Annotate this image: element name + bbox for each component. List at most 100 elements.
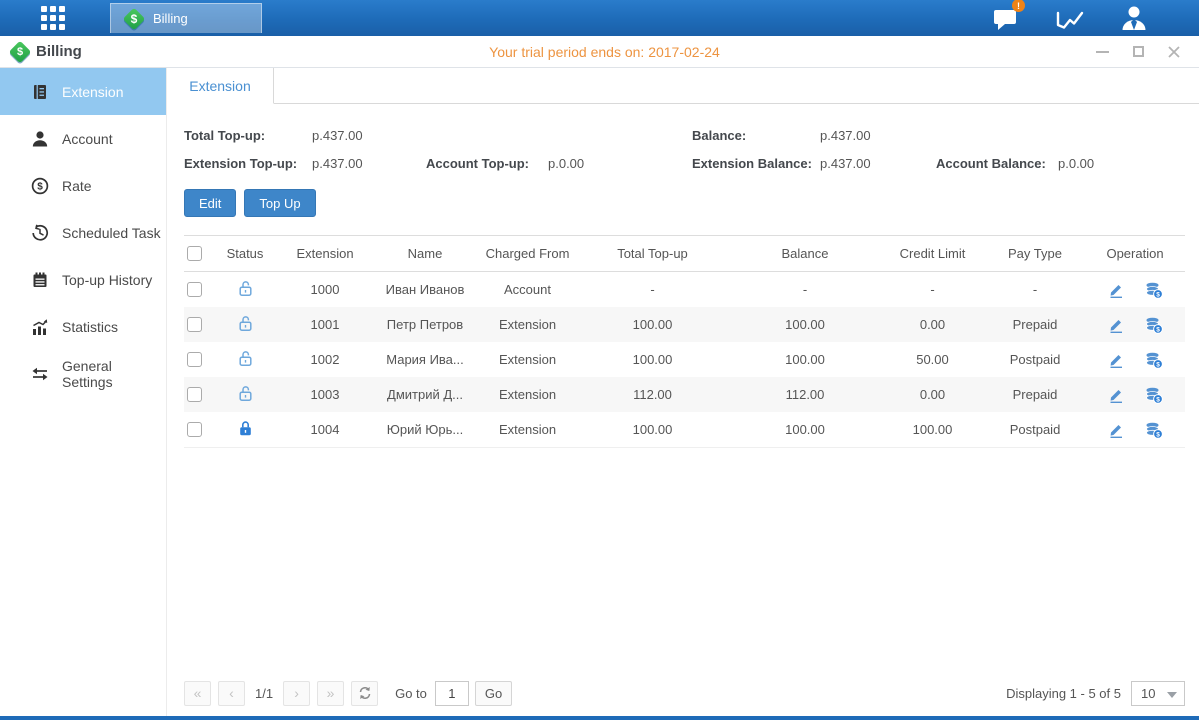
next-page-button[interactable]: › (283, 681, 310, 706)
user-account-button[interactable] (1117, 3, 1151, 33)
go-button[interactable]: Go (475, 681, 512, 706)
sidebar-item-label: General Settings (62, 358, 166, 390)
balance-cell: 100.00 (730, 422, 880, 437)
table-row: 1003 Дмитрий Д... Extension 112.00 112.0… (184, 377, 1185, 412)
pay-type-cell: Prepaid (985, 317, 1085, 332)
close-button[interactable] (1167, 45, 1181, 59)
taskbar-tab-billing[interactable]: $ Billing (110, 3, 262, 33)
displaying-text: Displaying 1 - 5 of 5 (1006, 686, 1121, 701)
sidebar-item-statistics[interactable]: Statistics (0, 303, 166, 350)
balance-cell: - (730, 282, 880, 297)
locked-icon (237, 420, 254, 437)
tab-extension[interactable]: Extension (167, 68, 274, 104)
credit-limit-cell: 50.00 (880, 352, 985, 367)
sidebar-item-label: Top-up History (62, 272, 152, 288)
sidebar-item-label: Rate (62, 178, 92, 194)
charged-from-cell: Extension (480, 317, 575, 332)
goto-page-input[interactable] (435, 681, 469, 706)
sidebar-item-general-settings[interactable]: General Settings (0, 350, 166, 397)
notification-badge: ! (1012, 0, 1025, 12)
status-cell (210, 420, 280, 440)
select-all-checkbox[interactable] (187, 246, 202, 261)
status-cell (210, 280, 280, 300)
top-up-row-icon[interactable]: $ (1145, 351, 1163, 369)
tab-bar: Extension (167, 68, 1199, 104)
sidebar: Extension Account $ Rate (0, 68, 167, 716)
pay-type-cell: Postpaid (985, 422, 1085, 437)
top-up-button[interactable]: Top Up (244, 189, 315, 217)
statistics-icon (30, 317, 49, 336)
edit-button[interactable]: Edit (184, 189, 236, 217)
scheduled-task-icon (30, 223, 49, 242)
svg-text:$: $ (37, 181, 43, 192)
table-row: 1000 Иван Иванов Account - - - - (184, 272, 1185, 307)
app-grid-button[interactable] (34, 0, 72, 36)
table-row: 1004 Юрий Юрь... Extension 100.00 100.00… (184, 412, 1185, 447)
refresh-button[interactable] (351, 681, 378, 706)
taskbar-tab-label: Billing (153, 11, 188, 26)
column-header-extension: Extension (280, 246, 370, 261)
tab-label: Extension (189, 78, 250, 94)
top-up-row-icon[interactable]: $ (1145, 421, 1163, 439)
first-page-button[interactable]: « (184, 681, 211, 706)
top-up-row-icon[interactable]: $ (1145, 316, 1163, 334)
edit-row-icon[interactable] (1107, 316, 1125, 334)
row-checkbox[interactable] (187, 422, 202, 437)
maximize-button[interactable] (1131, 45, 1145, 59)
extensions-table: Status Extension Name Charged From Total… (184, 235, 1185, 448)
name-cell: Иван Иванов (370, 282, 480, 297)
sidebar-item-topup-history[interactable]: Top-up History (0, 256, 166, 303)
last-page-button[interactable]: » (317, 681, 344, 706)
total-topup-cell: 112.00 (575, 387, 730, 402)
desktop-bottom-strip (0, 716, 1199, 720)
balance-cell: 100.00 (730, 352, 880, 367)
name-cell: Мария Ива... (370, 352, 480, 367)
unlocked-icon (237, 315, 254, 332)
top-up-row-icon[interactable]: $ (1145, 386, 1163, 404)
total-topup-cell: 100.00 (575, 317, 730, 332)
status-cell (210, 385, 280, 405)
unlocked-icon (237, 385, 254, 402)
credit-limit-cell: 100.00 (880, 422, 985, 437)
chevron-down-icon (1167, 692, 1177, 698)
sidebar-item-rate[interactable]: $ Rate (0, 162, 166, 209)
sidebar-item-extension[interactable]: Extension (0, 68, 166, 115)
edit-row-icon[interactable] (1107, 351, 1125, 369)
unlocked-icon (237, 350, 254, 367)
topup-history-icon (30, 270, 49, 289)
grid-icon (41, 6, 65, 30)
balance-cell: 100.00 (730, 317, 880, 332)
row-checkbox[interactable] (187, 282, 202, 297)
sidebar-item-account[interactable]: Account (0, 115, 166, 162)
sidebar-item-label: Statistics (62, 319, 118, 335)
extension-balance-field: Extension Balance:p.437.00 (692, 156, 936, 171)
row-checkbox[interactable] (187, 317, 202, 332)
pay-type-cell: - (985, 282, 1085, 297)
charged-from-cell: Account (480, 282, 575, 297)
charged-from-cell: Extension (480, 352, 575, 367)
edit-row-icon[interactable] (1107, 421, 1125, 439)
table-body: 1000 Иван Иванов Account - - - - (184, 272, 1185, 448)
top-up-row-icon[interactable]: $ (1145, 281, 1163, 299)
column-header-balance: Balance (730, 246, 880, 261)
page-size-select[interactable]: 10 (1131, 681, 1185, 706)
statistics-monitor-button[interactable] (1053, 3, 1087, 33)
table-row: 1002 Мария Ива... Extension 100.00 100.0… (184, 342, 1185, 377)
edit-row-icon[interactable] (1107, 386, 1125, 404)
credit-limit-cell: 0.00 (880, 387, 985, 402)
svg-text:$: $ (1156, 291, 1160, 298)
edit-row-icon[interactable] (1107, 281, 1125, 299)
status-cell (210, 350, 280, 370)
row-checkbox[interactable] (187, 387, 202, 402)
total-topup-cell: - (575, 282, 730, 297)
table-header-row: Status Extension Name Charged From Total… (184, 235, 1185, 272)
sidebar-item-label: Account (62, 131, 113, 147)
sidebar-item-scheduled-task[interactable]: Scheduled Task (0, 209, 166, 256)
extension-icon (30, 82, 49, 101)
minimize-button[interactable] (1095, 45, 1109, 59)
row-checkbox[interactable] (187, 352, 202, 367)
messages-button[interactable]: ! (989, 3, 1023, 33)
minimize-icon (1096, 51, 1109, 53)
prev-page-button[interactable]: ‹ (218, 681, 245, 706)
svg-text:$: $ (1156, 396, 1160, 403)
